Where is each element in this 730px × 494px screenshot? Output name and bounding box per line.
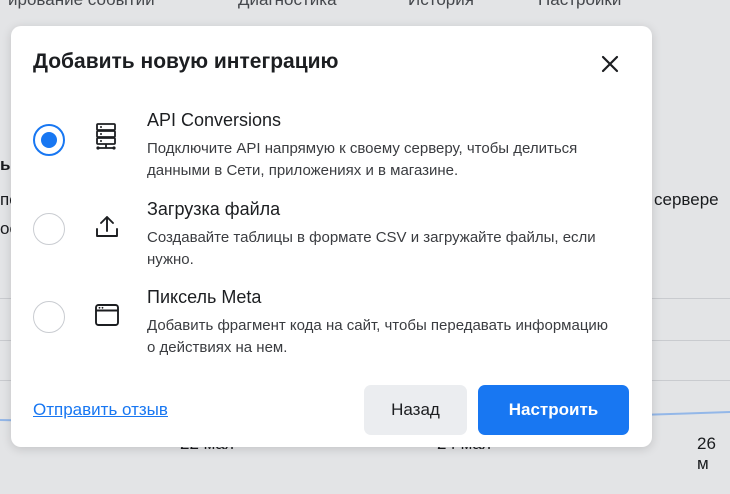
option-file-upload[interactable]: Загрузка файла Создавайте таблицы в форм… — [33, 199, 633, 279]
add-integration-dialog: Добавить новую интеграцию API Conversion… — [11, 26, 652, 447]
radio-api-conversions[interactable] — [33, 124, 65, 156]
dialog-title: Добавить новую интеграцию — [33, 50, 339, 73]
option-title: Загрузка файла — [147, 199, 281, 219]
back-button[interactable]: Назад — [364, 385, 467, 435]
browser-window-icon — [95, 304, 119, 326]
radio-file-upload[interactable] — [33, 213, 65, 245]
option-description: Добавить фрагмент кода на сайт, чтобы пе… — [147, 317, 609, 356]
option-description: Подключите API напрямую к своему серверу… — [147, 140, 578, 179]
option-meta-pixel[interactable]: Пиксель Meta Добавить фрагмент кода на с… — [33, 287, 633, 367]
option-title: API Conversions — [147, 110, 282, 130]
close-icon — [601, 55, 619, 73]
radio-meta-pixel[interactable] — [33, 301, 65, 333]
option-title: Пиксель Meta — [147, 287, 262, 307]
server-icon — [96, 123, 116, 150]
option-api-conversions[interactable]: API Conversions Подключите API напрямую … — [33, 110, 633, 190]
option-description: Создавайте таблицы в формате CSV и загру… — [147, 229, 596, 268]
setup-button[interactable]: Настроить — [478, 385, 629, 435]
upload-icon — [96, 216, 118, 237]
close-button[interactable] — [596, 50, 624, 78]
send-feedback-link[interactable]: Отправить отзыв — [33, 400, 168, 420]
